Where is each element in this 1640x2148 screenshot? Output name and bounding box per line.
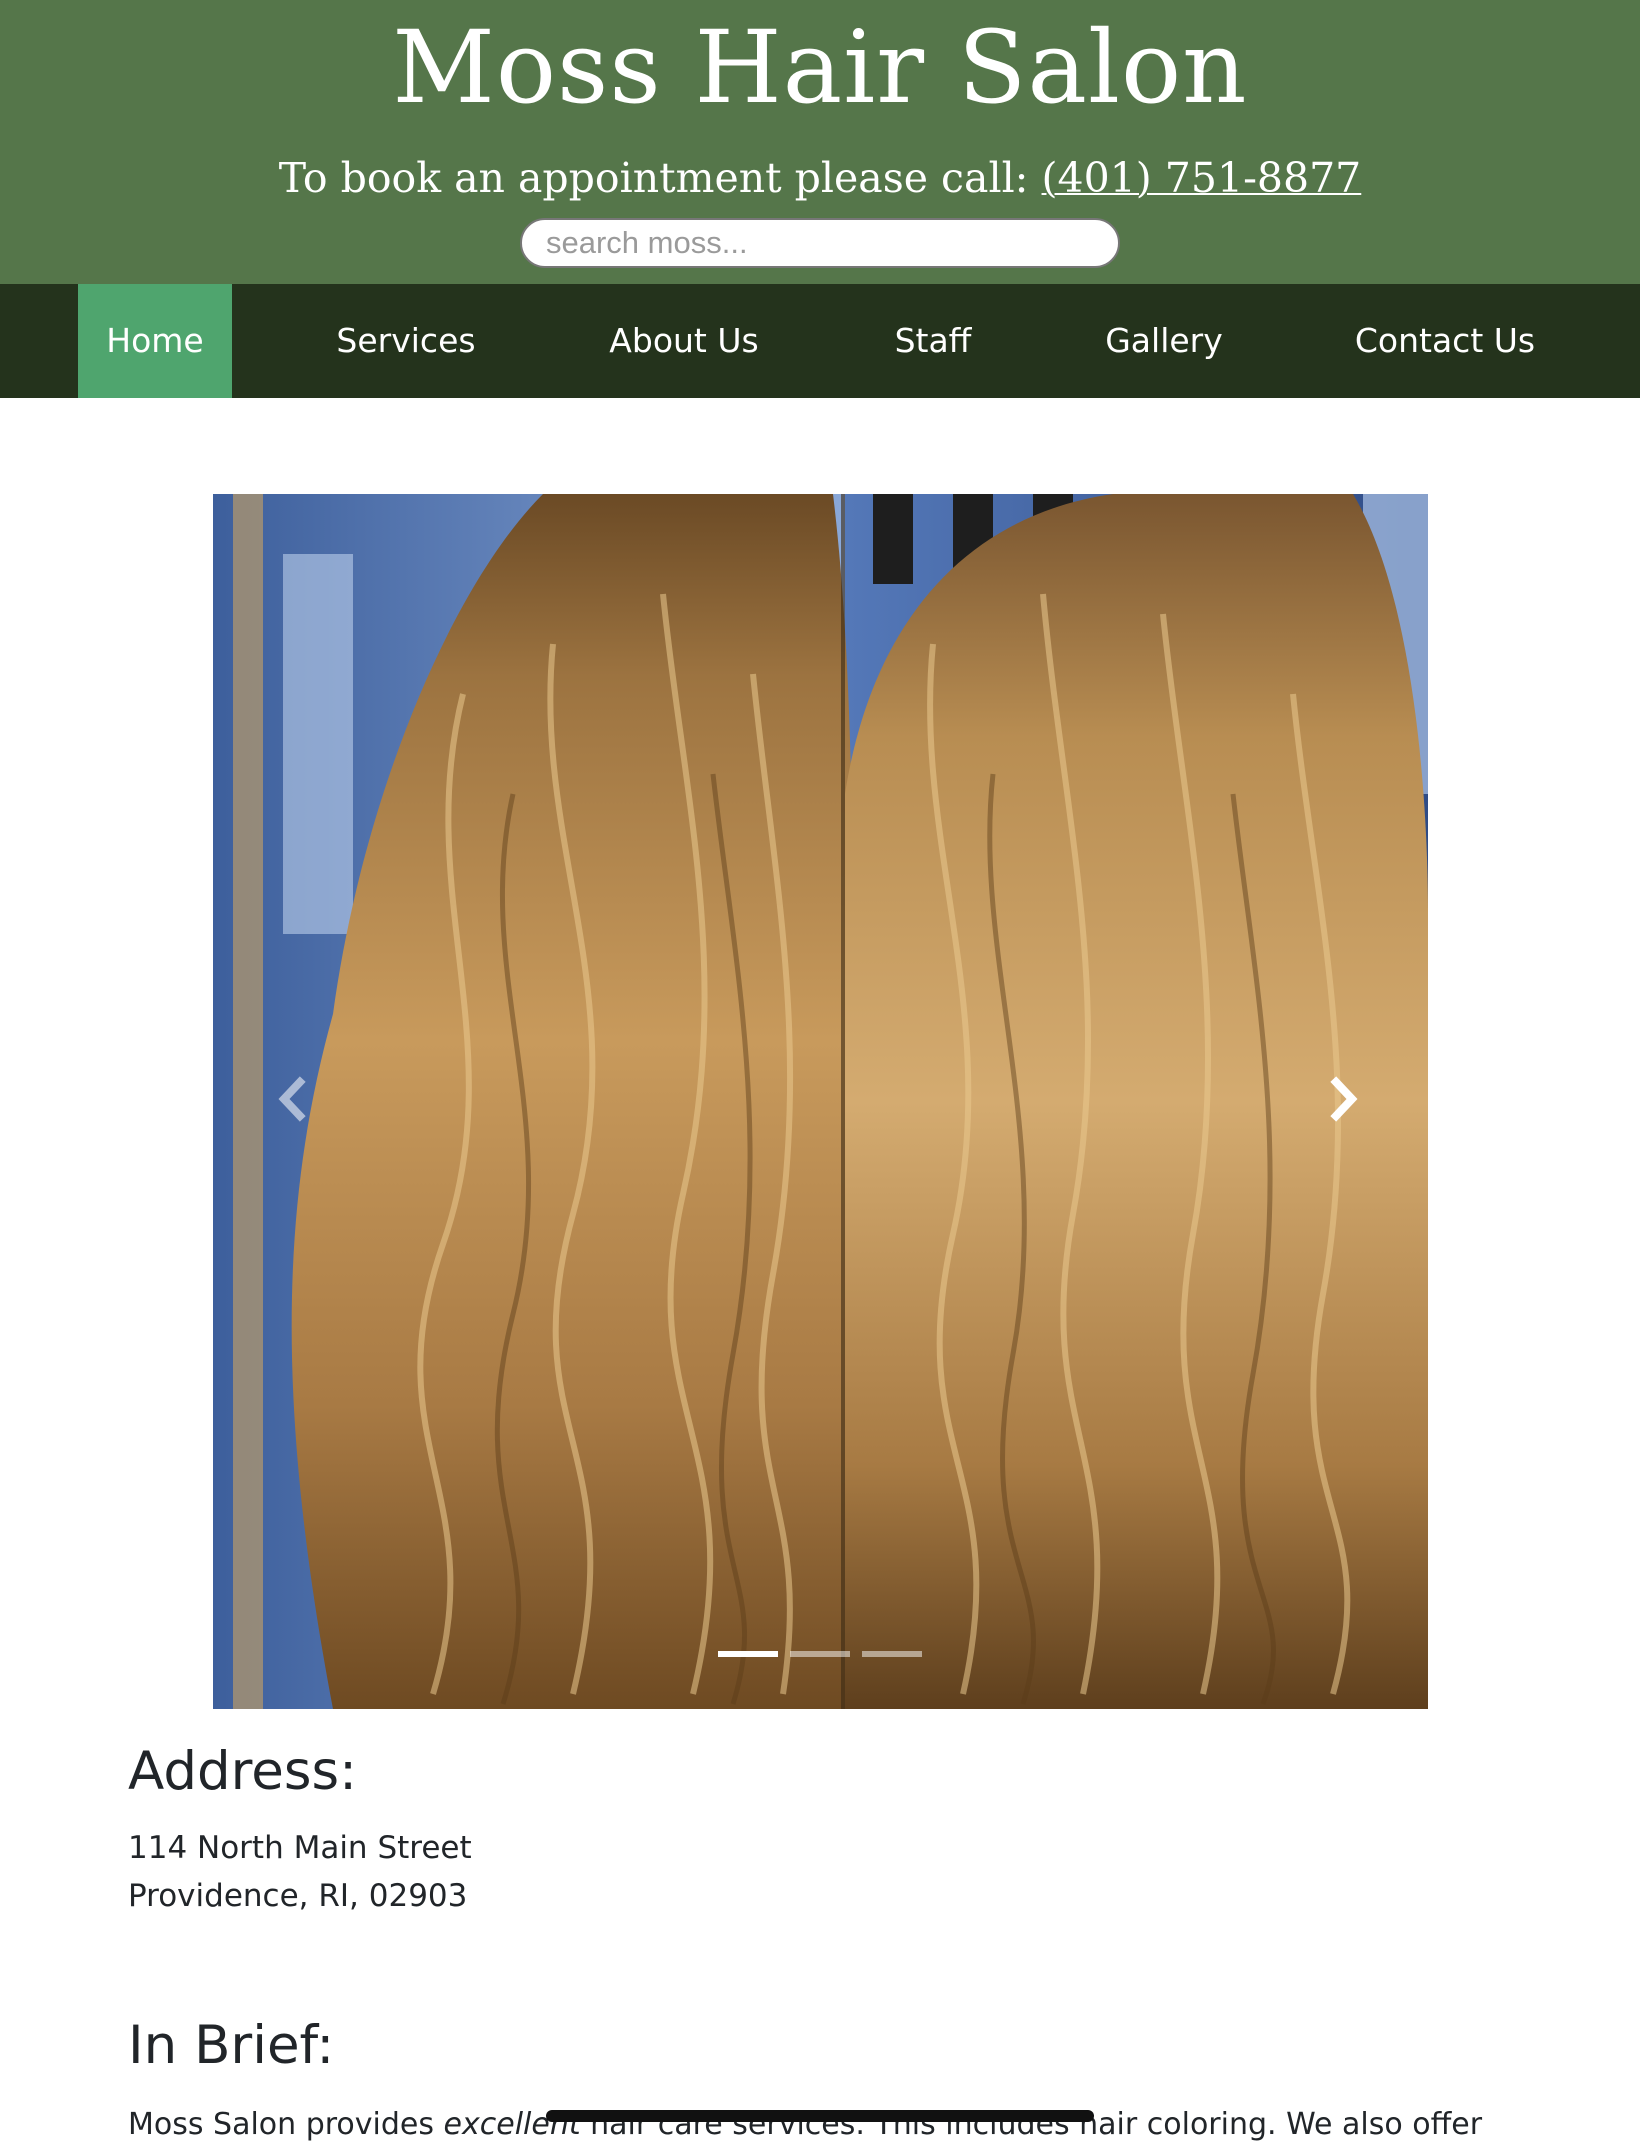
- booking-line: To book an appointment please call: (401…: [0, 150, 1640, 206]
- chevron-right-icon[interactable]: [1308, 1064, 1378, 1134]
- site-title: Moss Hair Salon: [392, 9, 1248, 126]
- carousel-indicator-3[interactable]: [862, 1651, 922, 1657]
- address-section: Address: 114 North Main Street Providenc…: [128, 1730, 1528, 1920]
- phone-link[interactable]: (401) 751-8877: [1042, 154, 1362, 202]
- chevron-left-icon[interactable]: [258, 1064, 328, 1134]
- nav-home[interactable]: Home: [78, 284, 232, 398]
- brief-section: In Brief: Moss Salon provides excellent …: [128, 2004, 1528, 2142]
- brief-text-start: Moss Salon provides: [128, 2107, 444, 2142]
- nav-about-us[interactable]: About Us: [594, 284, 774, 398]
- image-carousel[interactable]: [213, 494, 1428, 1709]
- main-nav: Home Services About Us Staff Gallery Con…: [0, 284, 1640, 398]
- site-header: Moss Hair Salon To book an appointment p…: [0, 0, 1640, 284]
- home-indicator-bar: [546, 2110, 1094, 2122]
- address-heading: Address:: [128, 1741, 357, 1802]
- carousel-slide-image: [213, 494, 1428, 1709]
- carousel-indicators: [718, 1651, 928, 1661]
- carousel-indicator-1[interactable]: [718, 1651, 778, 1657]
- nav-services[interactable]: Services: [318, 284, 494, 398]
- nav-gallery[interactable]: Gallery: [1090, 284, 1238, 398]
- address-line-1: 114 North Main Street: [128, 1830, 472, 1866]
- brief-heading: In Brief:: [128, 2015, 335, 2076]
- brief-text: Moss Salon provides excellent hair care …: [128, 2102, 1528, 2148]
- carousel-indicator-2[interactable]: [790, 1651, 850, 1657]
- search-input[interactable]: [520, 218, 1120, 268]
- nav-contact-us[interactable]: Contact Us: [1340, 284, 1550, 398]
- nav-staff[interactable]: Staff: [874, 284, 992, 398]
- booking-prefix: To book an appointment please call:: [278, 154, 1042, 202]
- address-line-2: Providence, RI, 02903: [128, 1878, 468, 1914]
